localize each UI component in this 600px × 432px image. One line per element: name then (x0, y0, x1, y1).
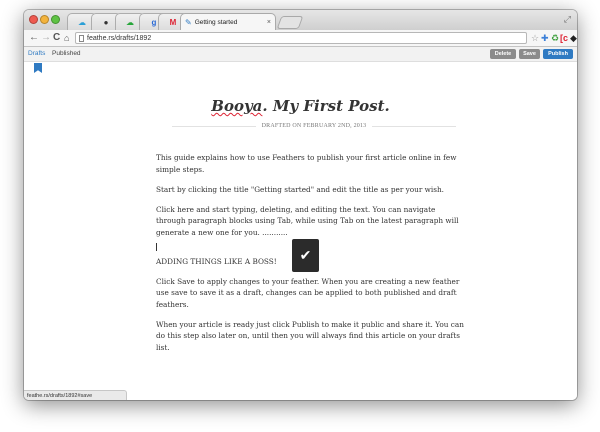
new-tab-button[interactable] (276, 16, 304, 29)
paragraph[interactable]: Click here and start typing, deleting, a… (156, 204, 464, 239)
fullscreen-icon[interactable]: ⤢ (564, 14, 571, 25)
tab-strip: ☁ ● ☁ g M ✎ Getting started × ⤢ (24, 10, 577, 30)
cloud-app-icon: ☁ (78, 17, 86, 27)
close-tab-icon[interactable]: × (267, 19, 271, 26)
paragraph[interactable]: Click Save to apply changes to your feat… (156, 276, 464, 311)
url-text: feathe.rs/drafts/1892 (87, 34, 152, 42)
address-bar[interactable]: feathe.rs/drafts/1892 (75, 32, 527, 44)
divider (172, 125, 256, 127)
post-title[interactable]: Booya. My First Post. (24, 97, 577, 115)
save-button[interactable]: Save (519, 49, 540, 59)
feather-icon: ✎ (185, 17, 192, 27)
bookmark-icon (34, 63, 42, 73)
checkmark-icon: ✔ (299, 247, 312, 263)
close-window-button[interactable] (29, 15, 38, 24)
star-icon[interactable]: ☆ (531, 33, 539, 43)
extension-puzzle-icon[interactable]: ✚ (541, 33, 549, 43)
cloud-app-icon: ☁ (126, 17, 134, 27)
publish-button[interactable]: Publish (543, 49, 573, 59)
nav-published[interactable]: Published (52, 50, 81, 57)
extension-red-icon[interactable]: [c (560, 33, 568, 43)
home-icon[interactable]: ⌂ (64, 31, 69, 45)
drafted-date: DRAFTED ON FEBRUARY 2ND, 2013 (261, 123, 367, 129)
gmail-icon: M (169, 17, 177, 27)
paragraph[interactable]: When your article is ready just click Pu… (156, 319, 464, 354)
divider (372, 125, 457, 127)
minimize-window-button[interactable] (40, 15, 49, 24)
browser-toolbar: ← → C ⌂ feathe.rs/drafts/1892 ☆ ✚ ♻ [c ◆… (24, 30, 577, 47)
text-cursor (156, 242, 157, 251)
delete-button[interactable]: Delete (490, 49, 516, 59)
extension-green-icon[interactable]: ♻ (551, 33, 559, 43)
app-header: Drafts Published Delete Save Publish (24, 47, 577, 62)
saved-notification: ✔ (292, 239, 319, 272)
paragraph[interactable]: Start by clicking the title "Getting sta… (156, 184, 464, 196)
back-icon[interactable]: ← (29, 31, 39, 45)
tab-title: Getting started (194, 18, 238, 26)
tab-getting-started[interactable]: ✎ Getting started × (180, 13, 276, 30)
paragraph[interactable]: This guide explains how to use Feathers … (156, 152, 464, 175)
title-word: Booya (211, 97, 263, 115)
zoom-window-button[interactable] (51, 15, 60, 24)
title-rest: . My First Post. (262, 97, 390, 115)
nav-drafts[interactable]: Drafts (28, 50, 45, 57)
browser-window: ☁ ● ☁ g M ✎ Getting started × ⤢ ← → C ⌂ … (24, 10, 577, 400)
page-icon (79, 34, 84, 42)
layers-icon[interactable]: ◆ (570, 33, 577, 43)
page-content: Drafts Published Delete Save Publish Boo… (24, 47, 577, 400)
date-line: DRAFTED ON FEBRUARY 2ND, 2013 (172, 123, 457, 129)
forward-icon[interactable]: → (41, 31, 51, 45)
github-icon: ● (103, 17, 109, 27)
google-icon: g (151, 17, 157, 27)
reload-icon[interactable]: C (53, 31, 60, 45)
status-bar-url: feathe.rs/drafts/1892#save (24, 390, 127, 400)
